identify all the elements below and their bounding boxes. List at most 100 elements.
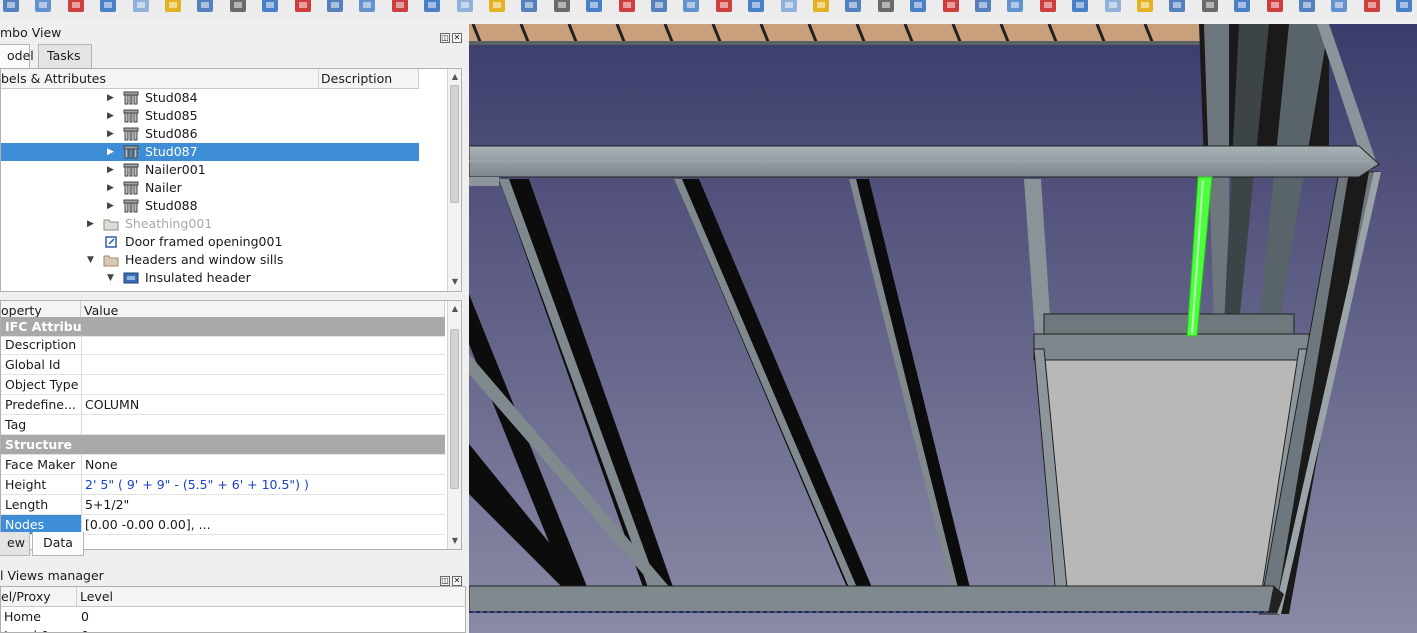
toolbar-button[interactable] bbox=[130, 0, 152, 14]
close-icon[interactable]: ✕ bbox=[452, 576, 462, 586]
toolbar-button[interactable] bbox=[713, 0, 735, 14]
toolbar-button[interactable] bbox=[227, 0, 249, 14]
scroll-down-icon[interactable]: ▼ bbox=[450, 536, 460, 546]
toolbar-button[interactable] bbox=[745, 0, 767, 14]
toolbar-button[interactable] bbox=[1166, 0, 1188, 14]
expand-arrow-icon[interactable]: ▶ bbox=[107, 197, 117, 215]
toolbar-button[interactable] bbox=[356, 0, 378, 14]
property-row[interactable]: Face Maker None bbox=[1, 455, 445, 475]
tree-item[interactable]: ▼ Headers and window sills bbox=[1, 251, 419, 269]
tree-item[interactable]: Door framed opening001 bbox=[1, 233, 419, 251]
tree-item[interactable]: ▶ Stud087 bbox=[1, 143, 419, 161]
toolbar-button[interactable] bbox=[97, 0, 119, 14]
toolbar-button[interactable] bbox=[842, 0, 864, 14]
toolbar-button[interactable] bbox=[292, 0, 314, 14]
property-value[interactable]: 2' 5" ( 9' + 9" - (5.5" + 6' + 10.5") ) bbox=[85, 475, 309, 494]
scroll-thumb[interactable] bbox=[450, 329, 459, 489]
scroll-up-icon[interactable]: ▲ bbox=[450, 72, 460, 82]
toolbar-button[interactable] bbox=[389, 0, 411, 14]
property-value[interactable]: None bbox=[85, 455, 118, 474]
expand-arrow-icon[interactable]: ▶ bbox=[107, 125, 117, 143]
property-row[interactable]: Height 2' 5" ( 9' + 9" - (5.5" + 6' + 10.… bbox=[1, 475, 445, 495]
toolbar-button[interactable] bbox=[875, 0, 897, 14]
tree-item[interactable]: ▶ Nailer bbox=[1, 179, 419, 197]
property-row[interactable]: Predefine... COLUMN bbox=[1, 395, 445, 415]
toolbar-button[interactable] bbox=[1069, 0, 1091, 14]
toolbar-button[interactable] bbox=[162, 0, 184, 14]
tab-data[interactable]: Data bbox=[32, 532, 84, 556]
toolbar-button[interactable] bbox=[1328, 0, 1350, 14]
toolbar-button[interactable] bbox=[778, 0, 800, 14]
toolbar-button[interactable] bbox=[259, 0, 281, 14]
toolbar-button[interactable] bbox=[1264, 0, 1286, 14]
collapse-arrow-icon[interactable]: ▼ bbox=[87, 251, 97, 269]
property-value[interactable]: 5+1/2" bbox=[85, 495, 129, 514]
toolbar-button[interactable] bbox=[518, 0, 540, 14]
float-icon[interactable]: ◫ bbox=[440, 576, 450, 586]
property-group[interactable]: Structure bbox=[1, 435, 445, 455]
toolbar-button[interactable] bbox=[0, 0, 22, 14]
tab-model[interactable]: odel bbox=[0, 44, 34, 68]
props-scrollbar[interactable]: ▲ ▼ bbox=[447, 301, 461, 549]
close-icon[interactable]: ✕ bbox=[452, 33, 462, 43]
float-icon[interactable]: ◫ bbox=[440, 33, 450, 43]
expand-arrow-icon[interactable]: ▶ bbox=[107, 179, 117, 197]
tree-item[interactable]: ▶ Nailer001 bbox=[1, 161, 419, 179]
property-group[interactable]: IFC Attributes bbox=[1, 317, 445, 337]
toolbar-button[interactable] bbox=[551, 0, 573, 14]
tree-item[interactable]: ▶ Stud086 bbox=[1, 125, 419, 143]
collapse-arrow-icon[interactable]: ▼ bbox=[107, 269, 117, 287]
toolbar-button[interactable] bbox=[324, 0, 346, 14]
toolbar-button[interactable] bbox=[1004, 0, 1026, 14]
property-row[interactable]: Description bbox=[1, 335, 445, 355]
tree-item[interactable]: ▶ Stud088 bbox=[1, 197, 419, 215]
toolbar-button[interactable] bbox=[1199, 0, 1221, 14]
tree-item[interactable]: ▶ Stud085 bbox=[1, 107, 419, 125]
toolbar-button[interactable] bbox=[1361, 0, 1383, 14]
toolbar-button[interactable] bbox=[972, 0, 994, 14]
tree-item[interactable]: ▶ Stud084 bbox=[1, 89, 419, 107]
tab-view[interactable]: ew bbox=[0, 532, 30, 556]
property-row[interactable]: Tag bbox=[1, 415, 445, 435]
level-name[interactable]: Home bbox=[4, 607, 41, 626]
tree-header-description[interactable]: Description bbox=[319, 69, 419, 89]
3d-scene[interactable] bbox=[469, 24, 1417, 633]
tree-item[interactable]: ▶ Sheathing001 bbox=[1, 215, 419, 233]
toolbar-button[interactable] bbox=[940, 0, 962, 14]
property-value[interactable]: COLUMN bbox=[85, 395, 139, 414]
expand-arrow-icon[interactable]: ▶ bbox=[107, 89, 117, 107]
expand-arrow-icon[interactable]: ▶ bbox=[87, 215, 97, 233]
scroll-thumb[interactable] bbox=[450, 85, 459, 203]
toolbar-button[interactable] bbox=[421, 0, 443, 14]
expand-arrow-icon[interactable]: ▶ bbox=[107, 161, 117, 179]
scroll-up-icon[interactable]: ▲ bbox=[450, 304, 460, 314]
toolbar-button[interactable] bbox=[32, 0, 54, 14]
expand-arrow-icon[interactable]: ▶ bbox=[107, 107, 117, 125]
toolbar-button[interactable] bbox=[1037, 0, 1059, 14]
tree-item[interactable]: ▼ Insulated header bbox=[1, 269, 419, 287]
property-row[interactable]: Length 5+1/2" bbox=[1, 495, 445, 515]
level-header-name[interactable]: el/Proxy bbox=[1, 587, 77, 607]
toolbar-button[interactable] bbox=[194, 0, 216, 14]
toolbar-button[interactable] bbox=[648, 0, 670, 14]
toolbar-button[interactable] bbox=[907, 0, 929, 14]
tab-tasks[interactable]: Tasks bbox=[38, 44, 92, 68]
tree-header-labels[interactable]: bels & Attributes bbox=[1, 69, 319, 89]
toolbar-button[interactable] bbox=[1102, 0, 1124, 14]
toolbar-button[interactable] bbox=[1231, 0, 1253, 14]
toolbar-button[interactable] bbox=[486, 0, 508, 14]
toolbar-button[interactable] bbox=[616, 0, 638, 14]
toolbar-button[interactable] bbox=[65, 0, 87, 14]
property-value[interactable]: [0.00 -0.00 0.00], ... bbox=[85, 515, 211, 534]
toolbar-button[interactable] bbox=[1393, 0, 1415, 14]
toolbar-button[interactable] bbox=[583, 0, 605, 14]
tree-scrollbar[interactable]: ▲ ▼ bbox=[447, 69, 461, 291]
level-header-level[interactable]: Level bbox=[77, 587, 465, 607]
toolbar-button[interactable] bbox=[1134, 0, 1156, 14]
scroll-down-icon[interactable]: ▼ bbox=[450, 277, 460, 287]
expand-arrow-icon[interactable]: ▶ bbox=[107, 143, 117, 161]
property-row[interactable]: Object Type bbox=[1, 375, 445, 395]
toolbar-button[interactable] bbox=[680, 0, 702, 14]
toolbar-button[interactable] bbox=[454, 0, 476, 14]
3d-viewport[interactable] bbox=[469, 24, 1417, 633]
